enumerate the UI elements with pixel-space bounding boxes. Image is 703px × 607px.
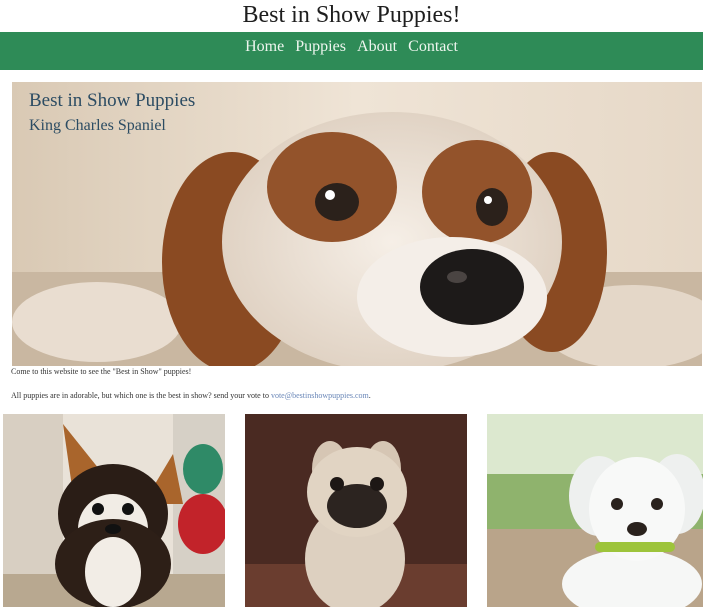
gallery-item-corgi[interactable] — [3, 414, 225, 607]
gallery-item-white-puppy[interactable] — [487, 414, 703, 607]
hero-title: Best in Show Puppies — [29, 90, 196, 111]
intro-text: Come to this website to see the "Best in… — [11, 367, 192, 376]
vote-prefix: All puppies are in adorable, but which o… — [11, 391, 271, 400]
hero-banner: Best in Show Puppies King Charles Spanie… — [12, 82, 702, 366]
pug-puppy-photo-icon — [245, 414, 467, 607]
nav-home-link[interactable]: Home — [245, 32, 284, 61]
nav-puppies-link[interactable]: Puppies — [295, 32, 346, 61]
vote-suffix: . — [368, 391, 371, 400]
vote-text: All puppies are in adorable, but which o… — [11, 391, 701, 400]
nav-bar: Home Puppies About Contact — [0, 32, 703, 70]
white-puppy-photo-icon — [487, 414, 703, 607]
vote-email-link[interactable]: vote@bestinshowpuppies.com — [271, 391, 369, 400]
nav-about-link[interactable]: About — [357, 32, 397, 61]
gallery-item-pug[interactable] — [245, 414, 467, 607]
nav-contact-link[interactable]: Contact — [408, 32, 458, 61]
site-title: Best in Show Puppies! — [242, 2, 461, 28]
corgi-puppy-photo-icon — [3, 414, 225, 607]
hero-subtitle: King Charles Spaniel — [29, 117, 166, 134]
